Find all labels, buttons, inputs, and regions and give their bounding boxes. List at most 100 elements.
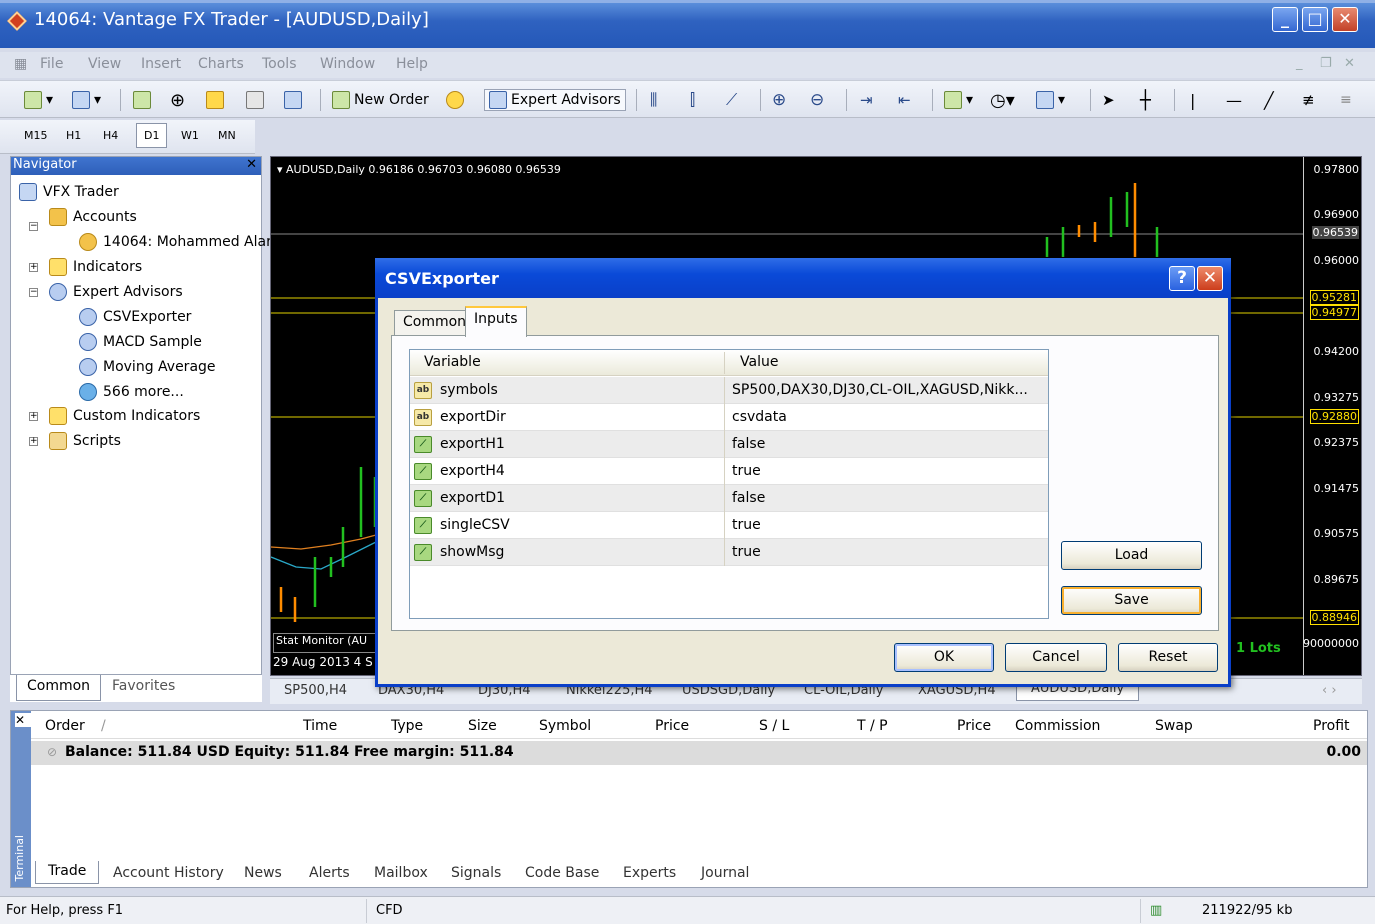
col-order[interactable]: Order bbox=[45, 718, 85, 734]
menu-tools[interactable]: Tools bbox=[262, 56, 297, 72]
templates-button[interactable]: ▾ bbox=[1036, 89, 1065, 111]
dialog-tab-inputs[interactable]: Inputs bbox=[465, 306, 527, 337]
horizontal-line-button[interactable]: — bbox=[1226, 89, 1242, 111]
terminal-tab-alerts[interactable]: Alerts bbox=[309, 865, 350, 881]
expert-advisors-button[interactable]: Expert Advisors bbox=[484, 89, 626, 111]
menu-file[interactable]: File bbox=[40, 56, 63, 72]
custom-ind-expand-icon[interactable]: + bbox=[29, 412, 38, 421]
nav-root[interactable]: VFX Trader bbox=[19, 183, 119, 201]
nav-custom-indicators[interactable]: Custom Indicators bbox=[49, 407, 200, 425]
candle-chart-button[interactable]: ⫿ bbox=[690, 89, 695, 111]
load-button[interactable]: Load bbox=[1061, 541, 1202, 570]
market-watch-button[interactable] bbox=[133, 89, 155, 111]
period-h1[interactable]: H1 bbox=[66, 129, 81, 142]
periods-button[interactable]: ◷ ▾ bbox=[990, 89, 1015, 111]
period-w1[interactable]: W1 bbox=[181, 129, 199, 142]
close-button[interactable]: ✕ bbox=[1332, 7, 1358, 32]
terminal-close-icon[interactable]: ✕ bbox=[15, 713, 31, 727]
vertical-line-button[interactable]: | bbox=[1190, 89, 1195, 111]
nav-macd-sample[interactable]: MACD Sample bbox=[79, 333, 202, 351]
nav-accounts[interactable]: Accounts bbox=[49, 208, 137, 226]
col-size[interactable]: Size bbox=[468, 718, 497, 734]
nav-moving-average[interactable]: Moving Average bbox=[79, 358, 216, 376]
period-mn[interactable]: MN bbox=[218, 129, 236, 142]
dialog-help-button[interactable]: ? bbox=[1169, 266, 1195, 291]
scripts-expand-icon[interactable]: + bbox=[29, 437, 38, 446]
autoscroll-button[interactable]: ⇥ bbox=[860, 89, 873, 111]
input-row[interactable]: ⟋ singleCSV true bbox=[410, 512, 1048, 539]
input-value[interactable]: true bbox=[732, 544, 761, 560]
indicators-button[interactable]: ▾ bbox=[944, 89, 973, 111]
dialog-tab-common[interactable]: Common bbox=[394, 310, 476, 336]
col-price-current[interactable]: Price bbox=[957, 718, 991, 734]
input-value[interactable]: csvdata bbox=[732, 409, 787, 425]
navigator-tab-favorites[interactable]: Favorites bbox=[102, 675, 185, 701]
profiles-button[interactable]: ▾ bbox=[72, 89, 101, 111]
fibo-button[interactable]: ≢ bbox=[1302, 89, 1315, 111]
col-time[interactable]: Time bbox=[303, 718, 337, 734]
input-row[interactable]: ⟋ showMsg true bbox=[410, 539, 1048, 566]
experts-expand-icon[interactable]: − bbox=[29, 288, 38, 297]
period-m15[interactable]: M15 bbox=[24, 129, 48, 142]
minimize-button[interactable]: _ bbox=[1272, 7, 1298, 32]
new-chart-button[interactable]: ▾ bbox=[24, 89, 53, 111]
ok-button[interactable]: OK bbox=[894, 643, 994, 672]
input-row[interactable]: ⟋ exportD1 false bbox=[410, 485, 1048, 512]
bar-chart-button[interactable]: ⫼ bbox=[650, 89, 657, 111]
period-h4[interactable]: H4 bbox=[103, 129, 118, 142]
terminal-tab-mailbox[interactable]: Mailbox bbox=[374, 865, 428, 881]
cursor-button[interactable]: ➤ bbox=[1102, 89, 1115, 111]
terminal-tab-experts[interactable]: Experts bbox=[623, 865, 676, 881]
col-type[interactable]: Type bbox=[391, 718, 423, 734]
input-value[interactable]: false bbox=[732, 490, 765, 506]
input-row[interactable]: ab symbols SP500,DAX30,DJ30,CL-OIL,XAGUS… bbox=[410, 377, 1048, 404]
cancel-button[interactable]: Cancel bbox=[1005, 643, 1107, 672]
navigator-button[interactable] bbox=[206, 89, 228, 111]
terminal-tab-signals[interactable]: Signals bbox=[451, 865, 501, 881]
chart-tab-sp500[interactable]: SP500,H4 bbox=[284, 683, 347, 698]
terminal-tab-account-history[interactable]: Account History bbox=[113, 865, 224, 881]
metaeditor-button[interactable] bbox=[446, 89, 468, 111]
mdi-restore-icon[interactable]: ❐ bbox=[1320, 56, 1332, 71]
input-row[interactable]: ab exportDir csvdata bbox=[410, 404, 1048, 431]
zoom-out-button[interactable]: ⊖ bbox=[810, 89, 824, 111]
indicators-expand-icon[interactable]: + bbox=[29, 263, 38, 272]
menu-window[interactable]: Window bbox=[320, 56, 375, 72]
col-profit[interactable]: Profit bbox=[1313, 718, 1350, 734]
save-button[interactable]: Save bbox=[1061, 586, 1202, 615]
mdi-minimize-icon[interactable]: _ bbox=[1296, 56, 1303, 71]
menu-help[interactable]: Help bbox=[396, 56, 428, 72]
line-chart-button[interactable]: ⟋ bbox=[726, 89, 737, 111]
col-value[interactable]: Value bbox=[740, 354, 778, 370]
maximize-button[interactable]: □ bbox=[1302, 7, 1328, 32]
zoom-in-button[interactable]: ⊕ bbox=[772, 89, 786, 111]
terminal-tab-trade[interactable]: Trade bbox=[35, 861, 100, 884]
nav-more[interactable]: 566 more... bbox=[79, 383, 184, 401]
period-d1[interactable]: D1 bbox=[136, 123, 168, 148]
col-tp[interactable]: T / P bbox=[857, 718, 888, 734]
input-value[interactable]: SP500,DAX30,DJ30,CL-OIL,XAGUSD,Nikk... bbox=[732, 382, 1028, 398]
col-sl[interactable]: S / L bbox=[759, 718, 789, 734]
tab-scroll-icon[interactable]: ‹ › bbox=[1322, 683, 1337, 698]
menu-view[interactable]: View bbox=[88, 56, 121, 72]
terminal-tab-news[interactable]: News bbox=[244, 865, 282, 881]
crosshair-button[interactable]: ┼ bbox=[1140, 89, 1151, 111]
input-value[interactable]: true bbox=[732, 517, 761, 533]
nav-expert-advisors[interactable]: Expert Advisors bbox=[49, 283, 183, 301]
terminal-button[interactable] bbox=[246, 89, 268, 111]
input-row[interactable]: ⟋ exportH4 true bbox=[410, 458, 1048, 485]
nav-csvexporter[interactable]: CSVExporter bbox=[79, 308, 191, 326]
terminal-tab-code-base[interactable]: Code Base bbox=[525, 865, 599, 881]
chart-shift-button[interactable]: ⇤ bbox=[898, 89, 911, 111]
mdi-close-icon[interactable]: ✕ bbox=[1344, 56, 1355, 71]
col-swap[interactable]: Swap bbox=[1155, 718, 1193, 734]
tester-button[interactable] bbox=[284, 89, 306, 111]
nav-scripts[interactable]: Scripts bbox=[49, 432, 121, 450]
nav-account-14064[interactable]: 14064: Mohammed Alar bbox=[79, 233, 272, 251]
menu-charts[interactable]: Charts bbox=[198, 56, 244, 72]
reset-button[interactable]: Reset bbox=[1118, 643, 1218, 672]
input-value[interactable]: false bbox=[732, 436, 765, 452]
dialog-close-button[interactable]: ✕ bbox=[1197, 266, 1223, 291]
input-value[interactable]: true bbox=[732, 463, 761, 479]
new-order-button[interactable]: New Order bbox=[332, 89, 429, 111]
